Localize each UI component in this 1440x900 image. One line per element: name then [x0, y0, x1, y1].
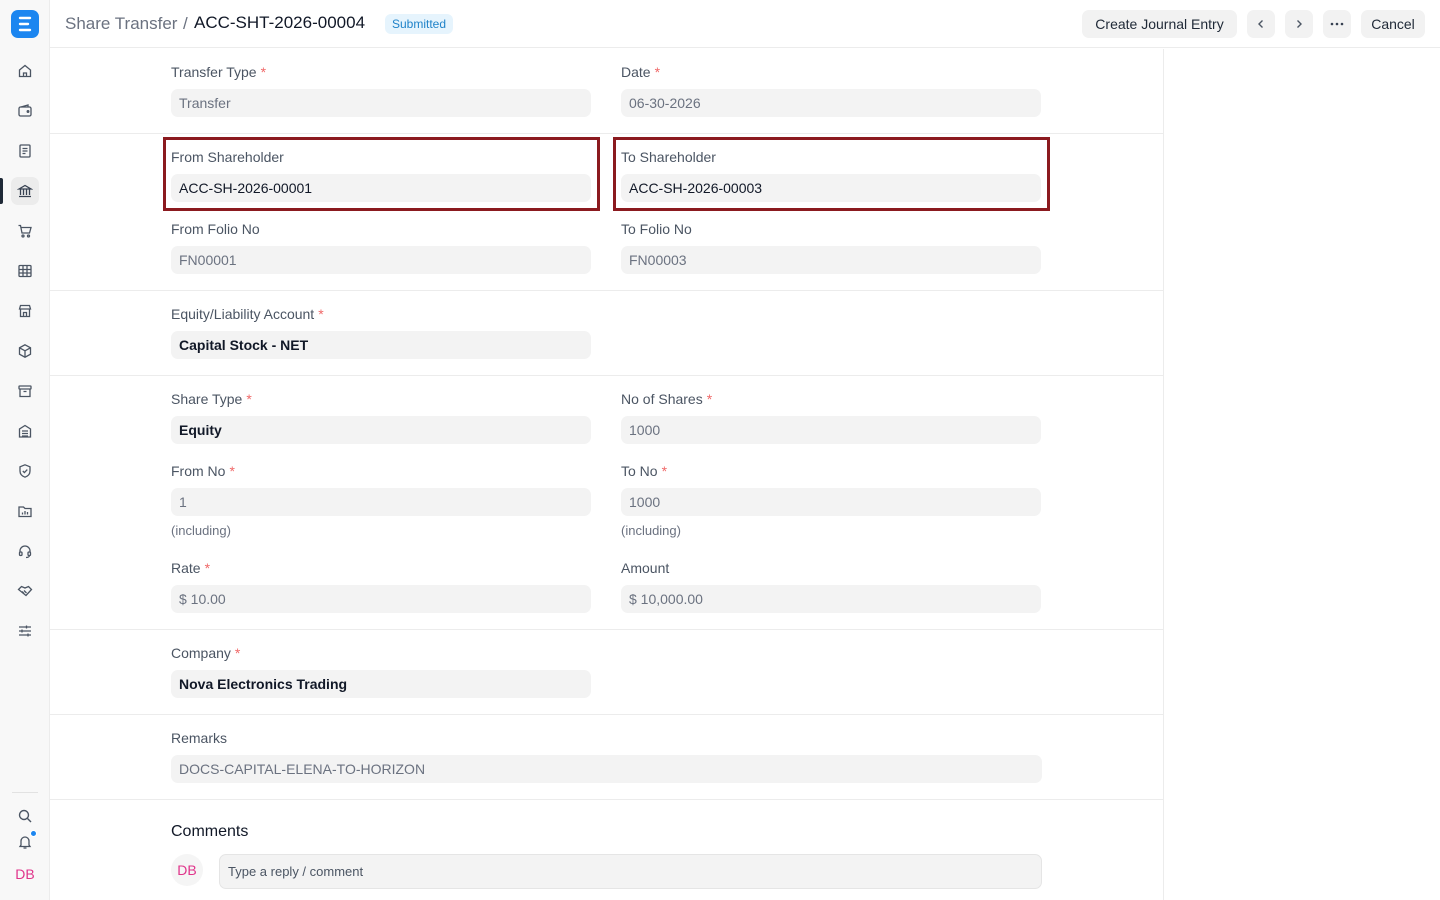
transfer-type-field[interactable]: Transfer [171, 89, 591, 117]
cart-icon[interactable] [11, 217, 39, 245]
home-icon[interactable] [11, 57, 39, 85]
section-divider [50, 799, 1163, 800]
folder-icon[interactable] [11, 497, 39, 525]
archive-icon[interactable] [11, 377, 39, 405]
to-no-field[interactable]: 1000 [621, 488, 1041, 516]
breadcrumb-share-transfer[interactable]: Share Transfer [65, 14, 177, 34]
from-folio-field[interactable]: FN00001 [171, 246, 591, 274]
table-icon[interactable] [11, 257, 39, 285]
equity-account-field[interactable]: Capital Stock - NET [171, 331, 591, 359]
no-of-shares-field[interactable]: 1000 [621, 416, 1041, 444]
status-badge: Submitted [385, 14, 454, 34]
form-area: Transfer Type * Transfer Date * 06-30-2026… [50, 49, 1164, 900]
section-divider [50, 290, 1163, 291]
company-label: Company * [171, 645, 241, 661]
transfer-type-label: Transfer Type * [171, 64, 267, 80]
chevron-right-icon [1297, 20, 1302, 28]
to-no-hint: (including) [621, 523, 681, 538]
from-shareholder-label: From Shareholder [171, 149, 284, 165]
date-label: Date * [621, 64, 661, 80]
date-field[interactable]: 06-30-2026 [621, 89, 1041, 117]
to-folio-label: To Folio No [621, 221, 692, 237]
more-options-button[interactable] [1323, 10, 1351, 38]
active-indicator [0, 178, 3, 204]
sidebar: DB [0, 0, 50, 900]
previous-doc-button[interactable] [1247, 10, 1275, 38]
amount-label: Amount [621, 560, 670, 576]
ellipsis-icon [1330, 22, 1344, 26]
rate-field[interactable]: $ 10.00 [171, 585, 591, 613]
remarks-label: Remarks [171, 730, 228, 746]
from-no-label: From No * [171, 463, 235, 479]
comments-title: Comments [171, 823, 249, 840]
rate-label: Rate * [171, 560, 211, 576]
breadcrumb-separator: / [183, 14, 188, 33]
share-type-label: Share Type * [171, 391, 252, 407]
building-icon[interactable] [11, 417, 39, 445]
to-shareholder-field[interactable]: ACC-SH-2026-00003 [621, 174, 1041, 202]
app-logo[interactable] [11, 10, 39, 38]
user-avatar[interactable]: DB [11, 862, 39, 886]
no-of-shares-label: No of Shares * [621, 391, 713, 407]
cancel-button[interactable]: Cancel [1361, 10, 1425, 38]
store-icon[interactable] [11, 297, 39, 325]
next-doc-button[interactable] [1285, 10, 1313, 38]
section-divider [50, 629, 1163, 630]
shield-icon[interactable] [11, 457, 39, 485]
amount-field[interactable]: $ 10,000.00 [621, 585, 1041, 613]
company-field[interactable]: Nova Electronics Trading [171, 670, 591, 698]
comment-input[interactable]: Type a reply / comment [219, 854, 1042, 889]
equity-account-label: Equity/Liability Account * [171, 306, 324, 322]
to-shareholder-label: To Shareholder [621, 149, 716, 165]
app: DB Share Transfer / ACC-SHT-2026-00004 S… [0, 0, 1440, 900]
handshake-icon[interactable] [11, 577, 39, 605]
share-type-field[interactable]: Equity [171, 416, 591, 444]
to-folio-field[interactable]: FN00003 [621, 246, 1041, 274]
invoice-icon[interactable] [11, 137, 39, 165]
create-journal-entry-button[interactable]: Create Journal Entry [1082, 10, 1237, 38]
headset-icon[interactable] [11, 537, 39, 565]
section-divider [50, 714, 1163, 715]
sliders-icon[interactable] [11, 617, 39, 645]
from-shareholder-field[interactable]: ACC-SH-2026-00001 [171, 174, 591, 202]
search-icon[interactable] [11, 802, 39, 830]
bell-icon[interactable] [11, 828, 39, 856]
section-divider [50, 375, 1163, 376]
from-no-hint: (including) [171, 523, 231, 538]
notification-dot [30, 830, 37, 837]
bank-icon[interactable] [11, 177, 39, 205]
page-title: ACC-SHT-2026-00004 [194, 13, 366, 32]
chevron-left-icon [1258, 20, 1263, 28]
remarks-field[interactable]: DOCS-CAPITAL-ELENA-TO-HORIZON [171, 755, 1042, 783]
wallet-icon[interactable] [11, 97, 39, 125]
comment-avatar: DB [171, 854, 203, 886]
from-folio-label: From Folio No [171, 221, 260, 237]
page-header: Share Transfer / ACC-SHT-2026-00004 Subm… [50, 0, 1440, 48]
from-no-field[interactable]: 1 [171, 488, 591, 516]
sidebar-divider [12, 792, 38, 793]
to-no-label: To No * [621, 463, 668, 479]
section-divider [50, 133, 1163, 134]
box-icon[interactable] [11, 337, 39, 365]
